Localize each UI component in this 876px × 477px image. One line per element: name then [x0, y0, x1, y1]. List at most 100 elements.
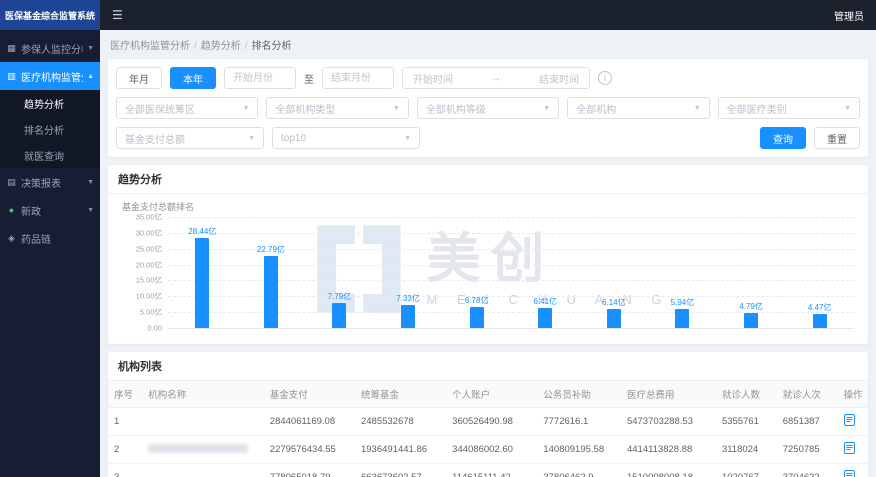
chevron-down-icon: ▼: [693, 104, 701, 112]
trend-analysis-card: 趋势分析 基金支付总额排名 美创 M E I C H U A N G 35.00…: [108, 165, 868, 344]
y-axis-title: 基金支付总额排名: [122, 202, 195, 212]
bars-container: 28.44亿 22.79亿 7.79亿 7.33亿 6.78亿 6.41亿 6.14亿 5.9…: [168, 217, 854, 328]
pooling-region-select[interactable]: 全部医保统筹区 ▼: [116, 97, 259, 119]
institution-table: 序号 机构名称 基金支付 统筹基金 个人账户 公务员补助 医疗总费用 就诊人数 …: [108, 381, 868, 477]
chart-bar-group: 6.14亿: [580, 217, 649, 328]
sidebar-item-trend-analysis[interactable]: 趋势分析: [0, 90, 100, 116]
chevron-down-icon: ▼: [844, 104, 852, 112]
chart-bar-group: 7.33亿: [374, 217, 443, 328]
sidebar-menu: ▦ 参保人监控分析 ▼ ▥ 医疗机构监管分析 ▲ 趋势分析 排名分析 就医查询 …: [0, 30, 100, 252]
section-title-institution-list: 机构列表: [108, 352, 868, 381]
section-title-trend: 趋势分析: [108, 165, 868, 194]
chart-bar: [195, 237, 210, 328]
bar-value-label: 22.79亿: [256, 244, 285, 254]
to-label: 至: [304, 74, 314, 86]
bar-value-label: 4.47亿: [807, 302, 832, 312]
chart-bar-group: 6.41亿: [511, 217, 580, 328]
medical-category-select[interactable]: 全部医疗类别 ▼: [717, 97, 861, 119]
app-title: 医保基金综合监管系统: [0, 0, 100, 30]
chart-bar-group: 6.78亿: [442, 217, 511, 328]
masked-institution-name: [148, 443, 249, 453]
table-row[interactable]: 3 778065018.79 663673602.57 114615111.42…: [108, 463, 868, 477]
sidebar-item-policy[interactable]: ● 新政 ▼: [0, 196, 100, 224]
chart-bar: [263, 255, 278, 328]
detail-report-icon[interactable]: [843, 414, 855, 426]
chevron-down-icon: ▼: [87, 44, 94, 52]
sidebar-item-decision-report[interactable]: ▤ 决策报表 ▼: [0, 168, 100, 196]
sidebar-item-ranking-analysis[interactable]: 排名分析: [0, 116, 100, 142]
breadcrumb-item[interactable]: 趋势分析: [201, 41, 241, 52]
y-axis-tick-label: 20.00亿: [135, 260, 162, 270]
table-row[interactable]: 1 2844061169.08 2485532678 360526490.98 …: [108, 407, 868, 436]
chart-bar: [744, 312, 759, 328]
sidebar-item-institution-analysis[interactable]: ▥ 医疗机构监管分析 ▲: [0, 62, 100, 90]
institution-level-select[interactable]: 全部机构等级 ▼: [416, 97, 560, 119]
bar-value-label: 4.79亿: [739, 301, 763, 311]
institution-type-select[interactable]: 全部机构类型 ▼: [266, 97, 409, 119]
medicine-icon: ◈: [8, 232, 15, 243]
table-header-row: 序号 机构名称 基金支付 统筹基金 个人账户 公务员补助 医疗总费用 就诊人数 …: [108, 381, 868, 408]
y-axis-tick-label: 30.00亿: [135, 228, 162, 238]
chevron-down-icon: ▼: [404, 134, 411, 142]
info-icon[interactable]: i: [598, 71, 612, 85]
bar-chart-plot-area: 35.00亿 30.00亿 25.00亿 20.00亿 15.00亿 10.00亿 5.00…: [136, 213, 854, 333]
start-month-input[interactable]: [224, 67, 296, 89]
y-axis-tick-label: 5.00亿: [139, 307, 162, 317]
bar-value-label: 6.14亿: [602, 297, 626, 307]
reset-button[interactable]: 重置: [814, 127, 860, 149]
top-n-select[interactable]: top10 ▼: [272, 127, 420, 149]
y-axis-tick-label: 10.00亿: [135, 291, 162, 301]
chart-bar-group: 7.79亿: [305, 217, 374, 328]
detail-report-icon[interactable]: [843, 442, 855, 454]
chevron-up-icon: ▲: [87, 72, 94, 80]
chart-bar-group: 28.44亿: [168, 217, 237, 328]
metric-select[interactable]: 基金支付总额 ▼: [116, 127, 264, 149]
chart-bar-group: 22.79亿: [237, 217, 306, 328]
report-icon: ▤: [7, 176, 16, 187]
chart-bar: [538, 307, 553, 328]
y-axis-tick-label: 35.00亿: [135, 212, 162, 222]
bar-value-label: 7.79亿: [327, 292, 352, 302]
main-content: 医疗机构监管分析/趋势分析/排名分析 年月 本年 至 开始时间 → 结束时间 i…: [100, 30, 876, 477]
chevron-down-icon: ▼: [392, 104, 400, 112]
sidebar-item-medicine-chain[interactable]: ◈ 药品链: [0, 224, 100, 252]
user-name[interactable]: 管理员: [834, 8, 864, 23]
mode-month-button[interactable]: 年月: [116, 67, 162, 89]
chevron-down-icon: ▼: [87, 178, 94, 186]
table-row[interactable]: 2 2279576434.55 1936491441.86 344086002.…: [108, 435, 868, 464]
top-header: ☰ 管理员: [100, 0, 876, 30]
bar-value-label: 5.94亿: [670, 298, 695, 308]
chart-bar: [606, 308, 621, 328]
chevron-down-icon: ▼: [242, 104, 250, 112]
bar-value-label: 6.78亿: [464, 295, 489, 305]
end-month-input[interactable]: [322, 67, 394, 89]
y-axis-tick-label: 25.00亿: [135, 244, 162, 254]
chart-bar: [812, 313, 827, 328]
policy-icon: ●: [8, 205, 15, 215]
filter-panel: 年月 本年 至 开始时间 → 结束时间 i 全部医保统筹区▼ 全部机构类型▼ 全…: [108, 59, 868, 157]
breadcrumb: 医疗机构监管分析 / 趋势分析 / 排名分析: [110, 41, 292, 52]
sidebar: 医保基金综合监管系统 ▦ 参保人监控分析 ▼ ▥ 医疗机构监管分析 ▲ 趋势分析…: [0, 0, 100, 477]
chart-bar: [469, 306, 484, 328]
breadcrumb-item[interactable]: 医疗机构监管分析: [110, 41, 190, 52]
sidebar-item-visit-query[interactable]: 就医查询: [0, 142, 100, 168]
chevron-down-icon: ▼: [87, 206, 94, 214]
institution-name-cell: [142, 407, 264, 436]
institution-select[interactable]: 全部机构 ▼: [567, 97, 710, 119]
menu-fold-icon[interactable]: ☰: [112, 8, 123, 22]
sidebar-item-insured-analysis[interactable]: ▦ 参保人监控分析 ▼: [0, 34, 100, 62]
hospital-icon: ▥: [7, 70, 16, 81]
chevron-down-icon: ▼: [543, 104, 551, 112]
chart-bar: [401, 304, 416, 328]
chart-bar-group: 5.94亿: [648, 217, 717, 328]
chart-bar: [332, 303, 347, 328]
trend-bar-chart: 基金支付总额排名 美创 M E I C H U A N G 35.00亿 30.0…: [108, 194, 868, 344]
y-axis-tick-label: 15.00亿: [135, 275, 162, 285]
institution-list-card: 机构列表 序号 机构名称 基金支付 统筹基金 个人账户 公务员补助 医疗总费用 …: [108, 352, 868, 477]
search-button[interactable]: 查询: [760, 127, 806, 149]
bar-value-label: 6.41亿: [533, 296, 558, 306]
date-range-input[interactable]: 开始时间 → 结束时间: [402, 67, 590, 89]
breadcrumb-item-current: 排名分析: [251, 41, 292, 52]
detail-report-icon[interactable]: [843, 470, 855, 477]
mode-year-button[interactable]: 本年: [170, 67, 216, 89]
